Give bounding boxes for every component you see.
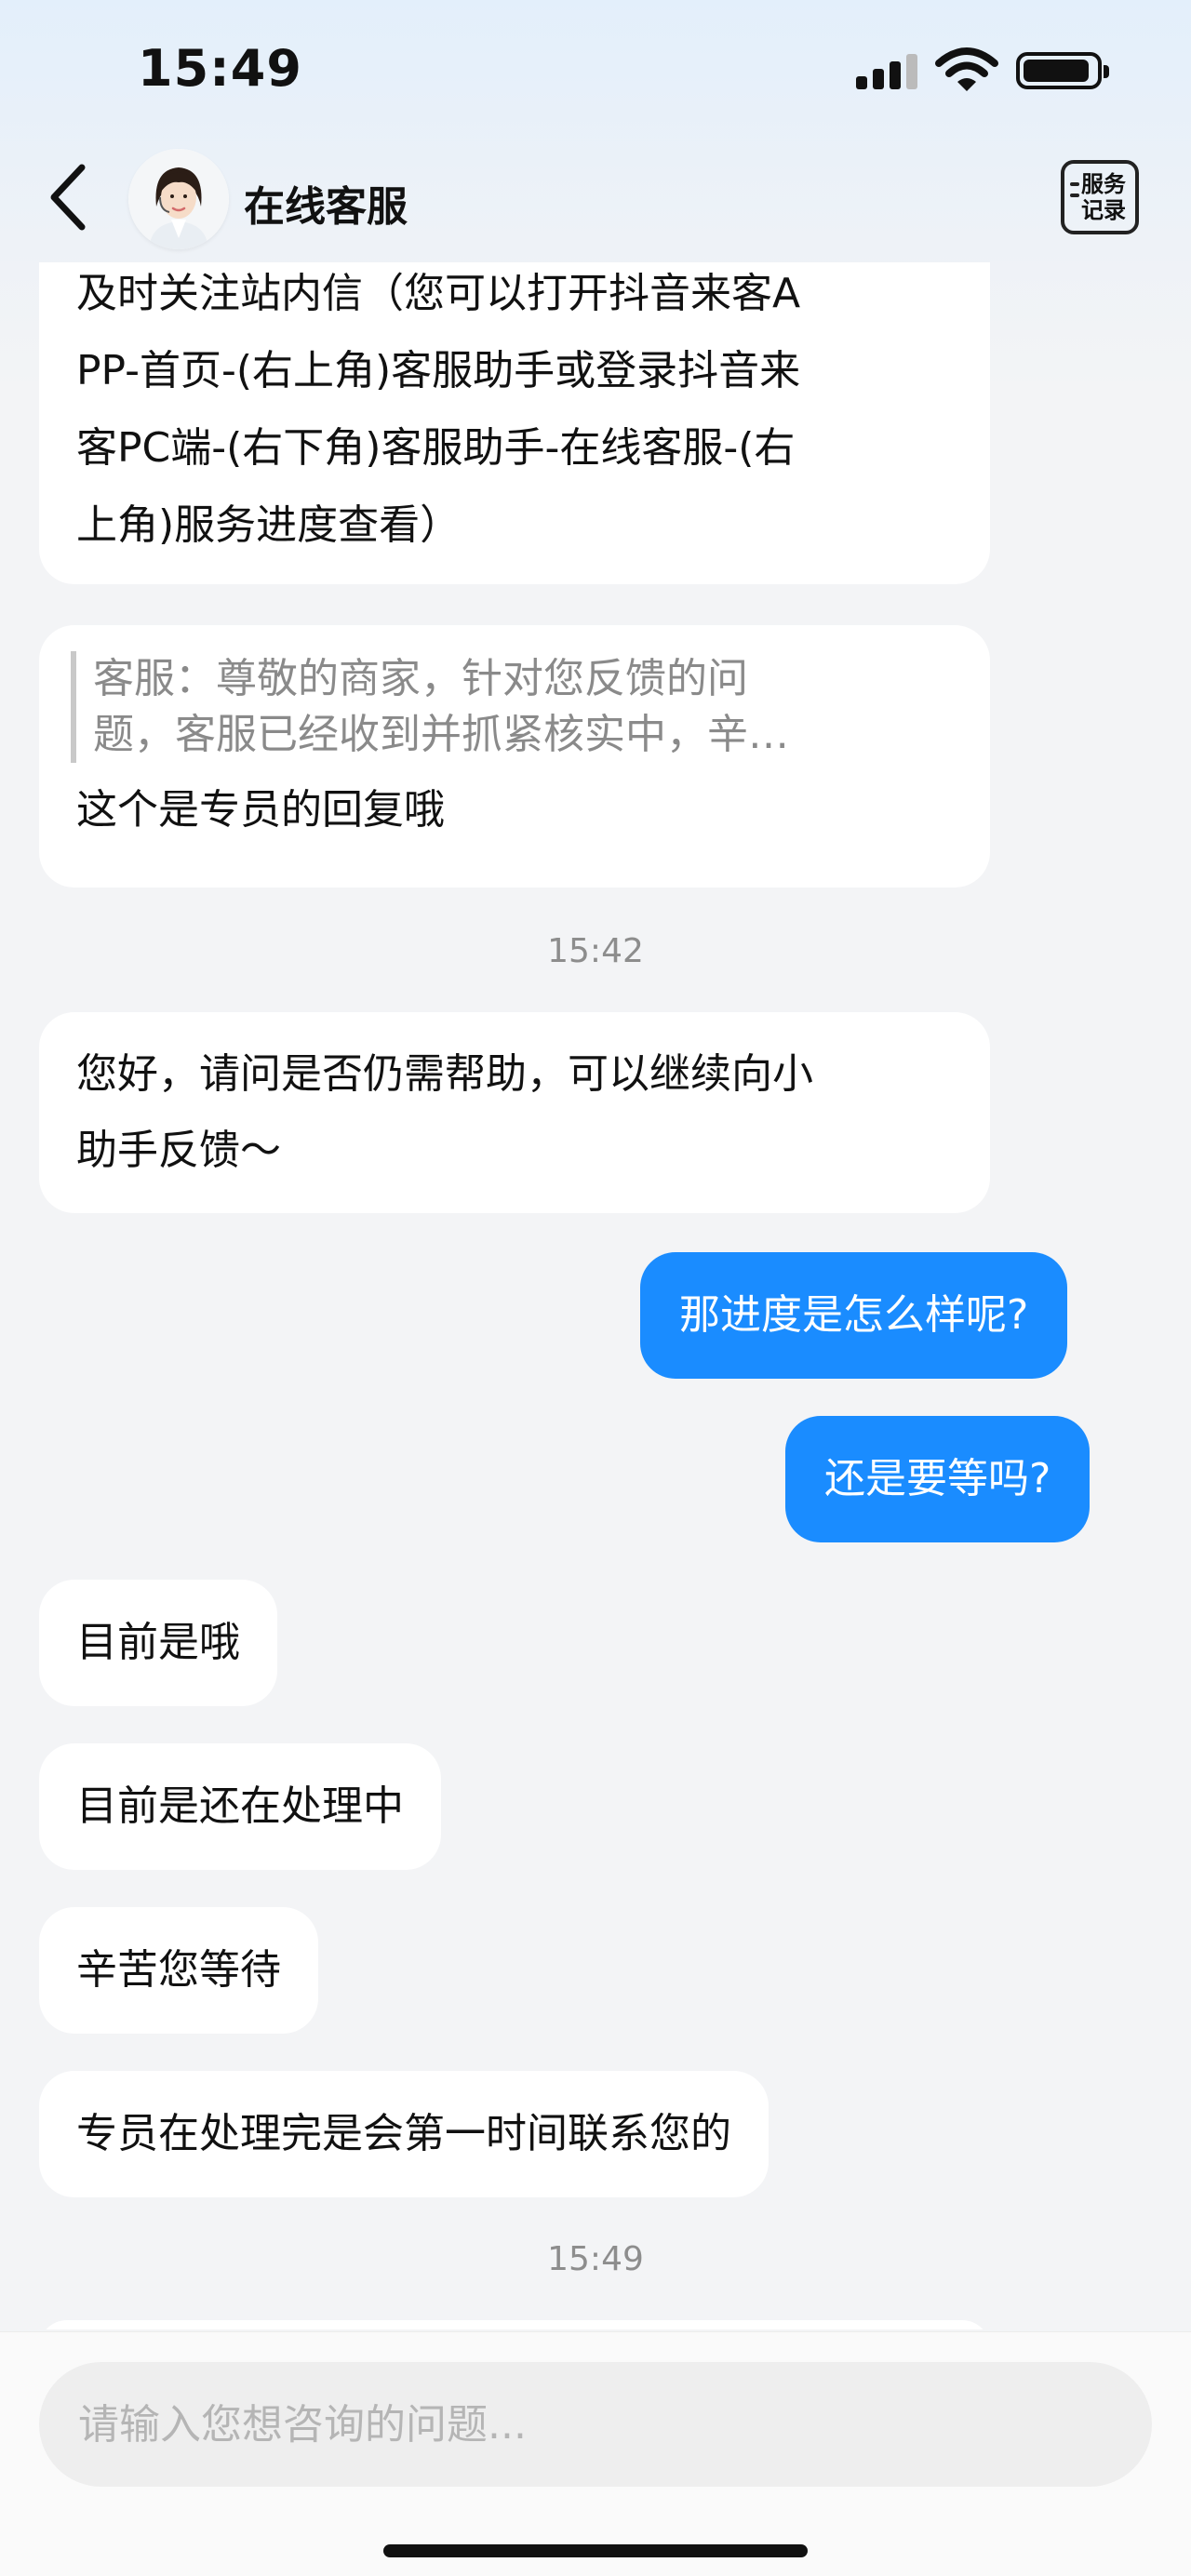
message-line: 客PC端-(右下角)客服助手-在线客服-(右	[76, 424, 796, 472]
message-line: 及时关注站内信（您可以打开抖音来客A	[76, 270, 801, 317]
message-input[interactable]	[39, 2362, 1152, 2487]
agent-message-bubble: 辛苦您等待	[39, 1907, 318, 2034]
quote-line: 题，客服已经收到并抓紧核实中，辛…	[93, 711, 789, 758]
user-message-bubble: 还是要等吗?	[785, 1416, 1091, 1542]
service-record-label-1: 服务	[1081, 171, 1126, 197]
quote-line: 客服：尊敬的商家，针对您反馈的问	[93, 655, 748, 702]
home-indicator[interactable]	[383, 2544, 808, 2557]
quoted-message[interactable]: 客服：尊敬的商家，针对您反馈的问 题，客服已经收到并抓紧核实中，辛…	[71, 651, 953, 763]
status-bar: 15:49	[0, 0, 1191, 140]
chat-header: 在线客服 服务 记录	[0, 140, 1191, 260]
agent-message-bubble: 目前是还在处理中	[39, 1743, 441, 1870]
agent-message-bubble: 专员在处理完是会第一时间联系您的	[39, 2071, 769, 2197]
agent-message-bubble: 及时关注站内信（您可以打开抖音来客A PP-首页-(右上角)客服助手或登录抖音来…	[39, 262, 990, 584]
service-record-button[interactable]: 服务 记录	[1061, 160, 1139, 234]
status-time: 15:49	[138, 39, 302, 98]
message-line: 助手反馈～	[76, 1127, 281, 1174]
agent-avatar[interactable]	[128, 149, 229, 249]
agent-message-bubble: 目前是哦	[39, 1580, 277, 1706]
message-line: PP-首页-(右上角)客服助手或登录抖音来	[76, 347, 801, 394]
chat-message-list[interactable]: 及时关注站内信（您可以打开抖音来客A PP-首页-(右上角)客服助手或登录抖音来…	[0, 262, 1191, 2329]
agent-message-bubble: 您好，请问是否仍需帮助，可以继续向小 助手反馈～	[39, 1012, 990, 1213]
battery-icon	[1016, 52, 1109, 89]
message-line: 上角)服务进度查看）	[76, 501, 462, 549]
agent-message-bubble: 客服：尊敬的商家，针对您反馈的问 题，客服已经收到并抓紧核实中，辛… 这个是专员…	[39, 625, 990, 888]
cellular-signal-icon	[856, 54, 917, 89]
agent-message-bubble-partial	[39, 2320, 990, 2329]
message-line: 您好，请问是否仍需帮助，可以继续向小	[76, 1050, 813, 1098]
message-timestamp: 15:42	[547, 932, 644, 970]
message-timestamp: 15:49	[547, 2240, 644, 2278]
message-text: 这个是专员的回复哦	[76, 786, 445, 834]
service-record-label-2: 记录	[1081, 197, 1126, 223]
agent-portrait-icon	[128, 149, 229, 249]
input-bar	[0, 2331, 1191, 2576]
page-title: 在线客服	[244, 183, 408, 231]
user-message-bubble: 那进度是怎么样呢?	[640, 1252, 1068, 1379]
back-arrow-icon[interactable]	[45, 160, 100, 234]
wifi-icon	[935, 47, 998, 91]
